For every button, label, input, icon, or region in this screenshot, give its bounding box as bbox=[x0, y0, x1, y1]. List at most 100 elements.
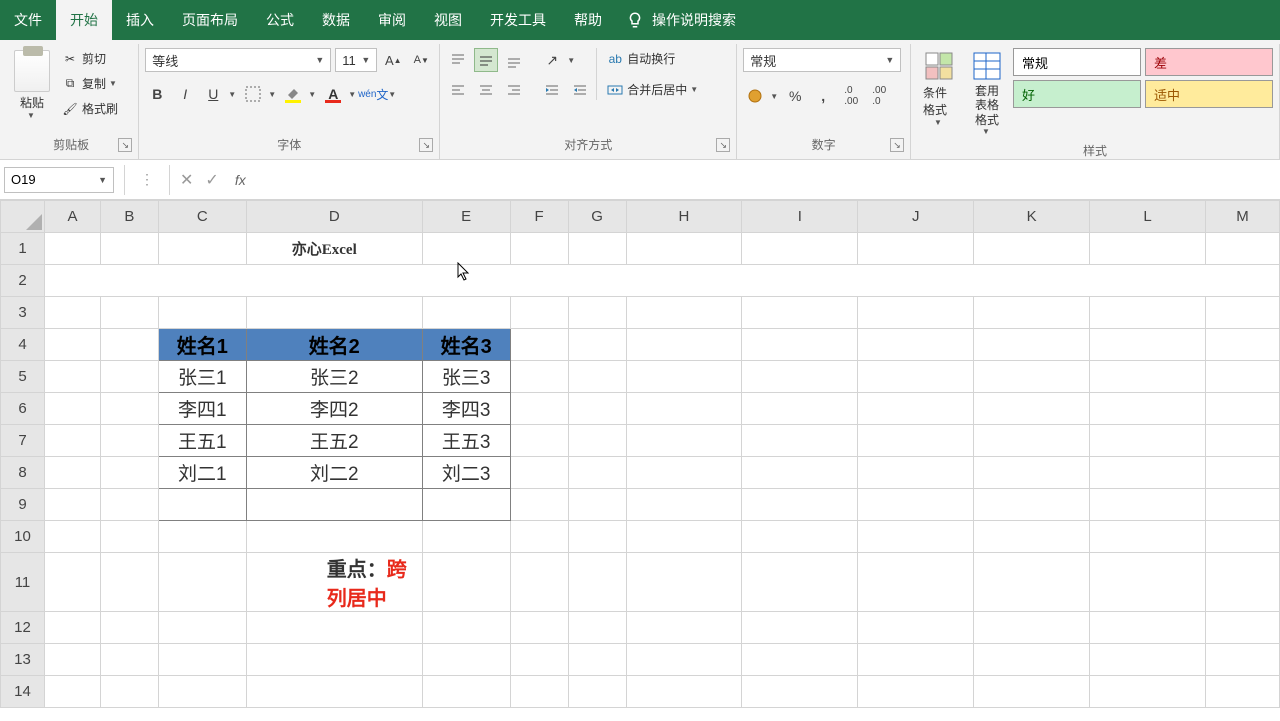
col-header-M[interactable]: M bbox=[1205, 201, 1279, 233]
cell[interactable] bbox=[422, 553, 510, 612]
cell[interactable] bbox=[1090, 457, 1206, 489]
tell-me-search[interactable]: 操作说明搜索 bbox=[626, 10, 736, 30]
cell[interactable] bbox=[1090, 297, 1206, 329]
cell[interactable] bbox=[742, 489, 858, 521]
table-cell[interactable]: 李四3 bbox=[422, 393, 510, 425]
cell[interactable] bbox=[858, 612, 974, 644]
number-launcher[interactable]: ↘ bbox=[890, 138, 904, 152]
cell[interactable] bbox=[44, 644, 100, 676]
cell[interactable] bbox=[974, 676, 1090, 708]
col-header-K[interactable]: K bbox=[974, 201, 1090, 233]
table-cell[interactable]: 刘二1 bbox=[158, 457, 246, 489]
tab-view[interactable]: 视图 bbox=[420, 0, 476, 40]
col-header-D[interactable]: D bbox=[246, 201, 422, 233]
underline-button[interactable]: U bbox=[201, 82, 225, 106]
cell[interactable] bbox=[974, 393, 1090, 425]
cell[interactable] bbox=[100, 297, 158, 329]
cell[interactable] bbox=[44, 521, 100, 553]
cell[interactable] bbox=[974, 425, 1090, 457]
table-cell[interactable]: 王五3 bbox=[422, 425, 510, 457]
col-header-L[interactable]: L bbox=[1090, 201, 1206, 233]
cell[interactable] bbox=[1090, 489, 1206, 521]
cell[interactable] bbox=[858, 361, 974, 393]
align-left-button[interactable] bbox=[446, 78, 470, 102]
cell[interactable] bbox=[44, 489, 100, 521]
cell[interactable] bbox=[568, 553, 626, 612]
cell[interactable] bbox=[974, 361, 1090, 393]
cell[interactable] bbox=[1205, 297, 1279, 329]
cell[interactable] bbox=[568, 361, 626, 393]
cut-button[interactable]: ✂ 剪切 bbox=[58, 48, 122, 69]
cell[interactable] bbox=[568, 676, 626, 708]
enter-formula-button[interactable]: ✓ bbox=[205, 170, 218, 190]
cell[interactable] bbox=[568, 521, 626, 553]
row-header-5[interactable]: 5 bbox=[1, 361, 45, 393]
table-header-name1[interactable]: 姓名1 bbox=[158, 329, 246, 361]
cell[interactable] bbox=[568, 297, 626, 329]
cell[interactable] bbox=[1090, 644, 1206, 676]
font-size-combo[interactable]: 11▼ bbox=[335, 48, 377, 72]
cell[interactable] bbox=[100, 553, 158, 612]
orientation-dropdown[interactable]: ▼ bbox=[566, 56, 576, 65]
cell[interactable] bbox=[158, 644, 246, 676]
col-header-C[interactable]: C bbox=[158, 201, 246, 233]
cell[interactable] bbox=[1205, 393, 1279, 425]
cell[interactable] bbox=[100, 361, 158, 393]
cell[interactable] bbox=[858, 329, 974, 361]
tab-review[interactable]: 审阅 bbox=[364, 0, 420, 40]
fx-icon[interactable]: fx bbox=[227, 172, 254, 188]
table-cell[interactable] bbox=[158, 489, 246, 521]
align-launcher[interactable]: ↘ bbox=[716, 138, 730, 152]
font-color-dropdown[interactable]: ▼ bbox=[347, 90, 357, 99]
phonetic-button[interactable]: wén文 bbox=[361, 82, 385, 106]
cell[interactable] bbox=[974, 644, 1090, 676]
increase-decimal-button[interactable]: .0.00 bbox=[839, 84, 863, 108]
row-header-10[interactable]: 10 bbox=[1, 521, 45, 553]
row-header-12[interactable]: 12 bbox=[1, 612, 45, 644]
tab-home[interactable]: 开始 bbox=[56, 0, 112, 40]
cell[interactable] bbox=[246, 644, 422, 676]
cell[interactable] bbox=[568, 425, 626, 457]
cell[interactable] bbox=[974, 489, 1090, 521]
table-header-name2[interactable]: 姓名2 bbox=[246, 329, 422, 361]
cell[interactable] bbox=[1205, 676, 1279, 708]
table-cell[interactable]: 张三2 bbox=[246, 361, 422, 393]
cell[interactable] bbox=[44, 361, 100, 393]
cell[interactable] bbox=[568, 644, 626, 676]
table-header-name3[interactable]: 姓名3 bbox=[422, 329, 510, 361]
cell[interactable] bbox=[510, 521, 568, 553]
cell[interactable] bbox=[422, 676, 510, 708]
cell[interactable] bbox=[100, 329, 158, 361]
cell[interactable] bbox=[568, 233, 626, 265]
col-header-H[interactable]: H bbox=[626, 201, 742, 233]
cell-style-bad[interactable]: 差 bbox=[1145, 48, 1273, 76]
conditional-formatting-button[interactable]: 条件格式 ▼ bbox=[917, 48, 961, 129]
cell[interactable] bbox=[858, 489, 974, 521]
cell-title[interactable]: 亦心Excel bbox=[246, 233, 422, 265]
cell[interactable] bbox=[158, 612, 246, 644]
cell[interactable] bbox=[858, 393, 974, 425]
cell[interactable] bbox=[100, 233, 158, 265]
row-header-9[interactable]: 9 bbox=[1, 489, 45, 521]
table-cell[interactable]: 张三1 bbox=[158, 361, 246, 393]
table-cell[interactable] bbox=[246, 489, 422, 521]
font-launcher[interactable]: ↘ bbox=[419, 138, 433, 152]
col-header-G[interactable]: G bbox=[568, 201, 626, 233]
row-header-6[interactable]: 6 bbox=[1, 393, 45, 425]
cell[interactable] bbox=[44, 265, 1279, 297]
select-all-corner[interactable] bbox=[1, 201, 45, 233]
cell[interactable] bbox=[510, 425, 568, 457]
cell[interactable] bbox=[422, 233, 510, 265]
cell[interactable] bbox=[158, 297, 246, 329]
cell[interactable] bbox=[510, 489, 568, 521]
font-name-combo[interactable]: 等线▼ bbox=[145, 48, 331, 72]
merge-center-button[interactable]: 合并后居中 ▼ bbox=[603, 79, 703, 100]
align-top-button[interactable] bbox=[446, 48, 470, 72]
accounting-dropdown[interactable]: ▼ bbox=[769, 92, 779, 101]
tab-file[interactable]: 文件 bbox=[0, 0, 56, 40]
cell[interactable] bbox=[510, 553, 568, 612]
bold-button[interactable]: B bbox=[145, 82, 169, 106]
align-bottom-button[interactable] bbox=[502, 48, 526, 72]
cell[interactable] bbox=[742, 329, 858, 361]
table-cell[interactable]: 张三3 bbox=[422, 361, 510, 393]
